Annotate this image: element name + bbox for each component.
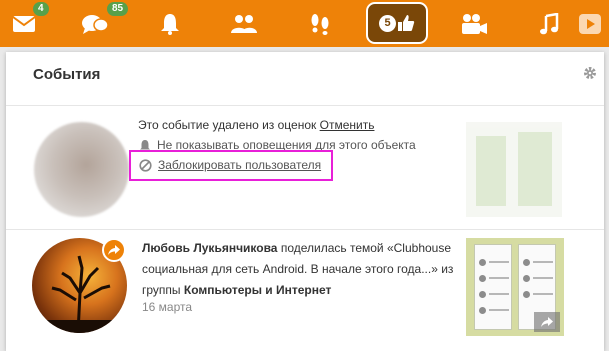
- nav-notifications[interactable]: [146, 0, 194, 47]
- bell-icon: [161, 13, 179, 35]
- undo-link[interactable]: Отменить: [320, 118, 375, 132]
- author-name-link[interactable]: Любовь Лукьянчикова: [142, 241, 277, 255]
- thumbs-up-icon: [398, 15, 415, 31]
- nav-discussions[interactable]: 85: [71, 0, 129, 47]
- nav-friends[interactable]: [220, 0, 268, 47]
- play-icon: [579, 13, 601, 34]
- gear-icon: [584, 67, 596, 79]
- block-icon: [139, 158, 152, 172]
- reshare-button[interactable]: [534, 312, 560, 332]
- divider: [6, 105, 604, 106]
- share-arrow-icon: [541, 317, 553, 327]
- friends-icon: [231, 14, 257, 33]
- nav-events-active[interactable]: 5: [366, 2, 428, 44]
- events-count: 5: [379, 14, 396, 32]
- settings-button[interactable]: [583, 66, 597, 85]
- post-date: 16 марта: [142, 300, 193, 314]
- phone-screenshot: [474, 244, 512, 330]
- removed-event-text: Это событие удалено из оценок: [138, 118, 317, 132]
- nav-games[interactable]: [566, 0, 609, 47]
- block-user-label: Заблокировать пользователя: [158, 158, 322, 172]
- chat-bubbles-icon: [82, 14, 109, 34]
- divider: [6, 229, 604, 230]
- video-camera-icon: [462, 13, 487, 34]
- post-text: Любовь Лукьянчикова поделилась темой «Cl…: [142, 238, 458, 301]
- footprints-icon: [311, 13, 329, 35]
- shared-indicator: [102, 238, 126, 262]
- nav-guests[interactable]: [296, 0, 344, 47]
- share-arrow-icon: [108, 245, 120, 255]
- post-thumbnail[interactable]: [466, 238, 564, 336]
- nav-video[interactable]: [450, 0, 498, 47]
- removed-event-avatar: [34, 122, 129, 217]
- block-user-option[interactable]: Заблокировать пользователя: [139, 158, 321, 172]
- nav-messages[interactable]: 4: [0, 0, 49, 47]
- top-navigation-bar: 4 85 5: [0, 0, 609, 47]
- events-panel: События Это событие удалено из оценок От…: [6, 52, 604, 351]
- envelope-icon: [12, 15, 36, 32]
- panel-title: События: [33, 66, 101, 83]
- removed-event-notice: Это событие удалено из оценок Отменить: [138, 118, 374, 132]
- messages-badge: 4: [33, 2, 49, 16]
- music-note-icon: [540, 12, 559, 34]
- discussions-badge: 85: [107, 2, 129, 16]
- group-name-link[interactable]: Компьютеры и Интернет: [184, 283, 332, 297]
- removed-event-thumbnail: [466, 122, 562, 217]
